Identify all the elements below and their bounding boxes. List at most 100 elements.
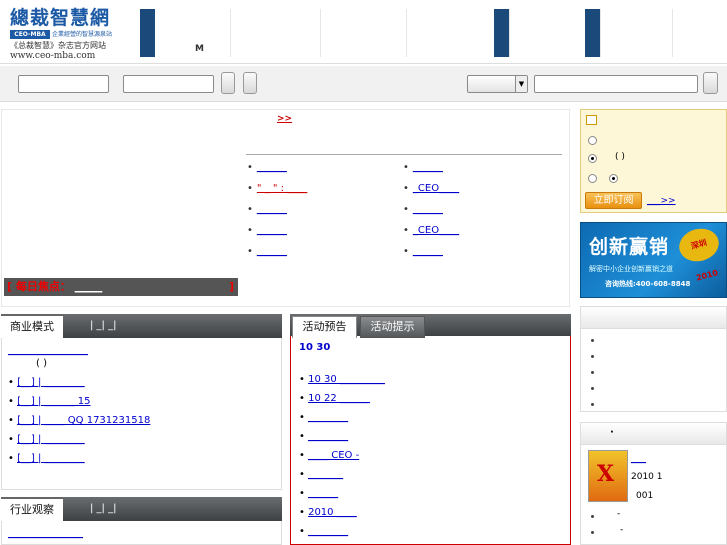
list-item: • [__] | ________ [8,453,85,464]
nav-item[interactable] [320,9,406,57]
nav-item[interactable] [672,9,727,57]
bullet-icon [591,531,594,534]
business-link[interactable]: [__] | ________ [17,453,85,464]
divider [246,154,562,155]
magazine-cover-mark: X [597,461,615,487]
magazine-link[interactable]: ___ [631,453,646,464]
list-item: • ________ [299,526,349,537]
magazine-bullet-text: - [620,525,624,535]
tab-industry[interactable]: 行业观察 [1,497,63,521]
chevron-down-icon: ▼ [515,76,527,92]
subscribe-option-radio[interactable] [588,174,597,183]
panel-header-links[interactable]: | _| _| [90,497,116,521]
subscribe-paren: ( ) [615,152,625,162]
register-button[interactable] [243,72,257,94]
search-category-select[interactable]: ▼ [467,75,528,93]
activity-date: 10 30 [299,342,331,353]
news-link[interactable]: _CEO____ [413,183,459,194]
subscribe-more-link[interactable]: ___>> [647,196,676,206]
bullet-icon [591,403,594,406]
subscribe-option-radio[interactable] [609,174,618,183]
daily-focus-label: [ 每日焦点： [7,280,71,293]
news-link[interactable]: ______ [257,204,287,215]
search-input[interactable] [534,75,698,93]
nav-item[interactable] [230,9,320,57]
ad-title: 创新赢销 [589,236,670,258]
nav-item[interactable] [509,9,585,57]
business-link[interactable]: [__] | ____ QQ 1731231518 [17,415,150,426]
activity-link[interactable]: ______ [308,488,338,499]
bullet-icon [591,355,594,358]
list-item: • ______ [247,246,287,257]
news-link[interactable]: _CEO____ [413,225,459,236]
news-link[interactable]: ______ [257,246,287,257]
activity-link[interactable]: 10 22 ______ [308,393,370,404]
industry-headline[interactable]: _______________ [8,528,83,539]
activity-link[interactable]: 2010 ____ [308,507,357,518]
news-link[interactable]: ______ [413,162,443,173]
subscribe-option-radio[interactable] [588,154,597,163]
book-icon [586,115,597,125]
tab-activity-preview[interactable]: 活动预告 [292,316,357,338]
magazine-cover[interactable]: X [588,450,628,502]
search-button[interactable] [703,72,718,94]
list-item: • [__] | ______ 15 [8,396,91,407]
business-paren: ( ) [36,358,47,369]
nav-item[interactable] [600,9,672,57]
business-link[interactable]: [__] | ______ 15 [17,396,90,407]
nav-marker [494,9,509,57]
activity-link[interactable]: ____ CEO - [308,450,359,461]
nav-m-label[interactable]: M [195,44,204,54]
business-headline[interactable]: ________________ [8,345,88,356]
list-item: • 10 30 _________ [299,374,385,385]
news-link[interactable]: ______ [257,162,287,173]
list-item: • 10 22 ______ [299,393,370,404]
ad-banner[interactable]: 创新赢销 深圳 2010 解密中小企业创新赢销之道 咨询热线:400-608-8… [580,222,727,298]
news-link[interactable]: " _ " : ____ [257,183,307,194]
list-item: • ______ [403,204,443,215]
activity-link[interactable]: ________ [308,431,348,442]
magazine-header-dot: · [610,427,614,438]
logo-subtitle: 《总裁智慧》杂志官方网站 [10,41,106,50]
focus-more-link[interactable]: >> [277,114,292,124]
nav-marker [585,9,600,57]
news-link[interactable]: ______ [413,246,443,257]
list-item: • [__] | ____ QQ 1731231518 [8,415,151,426]
activity-link[interactable]: ________ [308,526,348,537]
bullet-icon [591,387,594,390]
username-input[interactable] [18,75,109,93]
subscribe-button[interactable]: 立即订阅 [585,192,642,209]
magazine-header [581,423,726,445]
activity-link[interactable]: 10 30 _________ [308,374,385,385]
ad-subtitle: 解密中小企业创新赢销之道 [589,265,673,273]
list-item: • 2010 ____ [299,507,357,518]
business-link[interactable]: [__] | ________ [17,434,85,445]
list-item: • _CEO____ [403,183,460,194]
activity-link[interactable]: ________ [308,412,348,423]
daily-focus-bar: [ 每日焦点： _____ ] [4,278,238,296]
list-item: • ______ [403,246,443,257]
login-button[interactable] [221,72,235,94]
logo-title[interactable]: 總裁智慧網 [10,6,130,30]
nav-item[interactable] [406,9,494,57]
right-list-header [581,307,726,329]
list-item: • ______ [403,162,443,173]
login-search-bar: ▼ [0,66,727,102]
list-item: • ______ [247,225,287,236]
news-link[interactable]: ______ [413,204,443,215]
password-input[interactable] [123,75,214,93]
list-item: • ______ [247,204,287,215]
panel-header-links[interactable]: | _| _| [90,314,116,338]
list-item: • _CEO____ [403,225,460,236]
ad-phone: 咨询热线:400-608-8848 [605,280,691,288]
daily-focus-link[interactable]: _____ [75,280,103,293]
tab-business-model[interactable]: 商业模式 [1,314,63,338]
activity-link[interactable]: _______ [308,469,343,480]
subscribe-option-radio[interactable] [588,136,597,145]
magazine-bullet-text: - [617,509,621,519]
tab-activity-tips[interactable]: 活动提示 [360,316,425,338]
news-link[interactable]: ______ [257,225,287,236]
list-item: • " _ " : ____ [247,183,308,194]
daily-focus-end: ] [228,280,234,293]
business-link[interactable]: [__] | ________ [17,377,85,388]
